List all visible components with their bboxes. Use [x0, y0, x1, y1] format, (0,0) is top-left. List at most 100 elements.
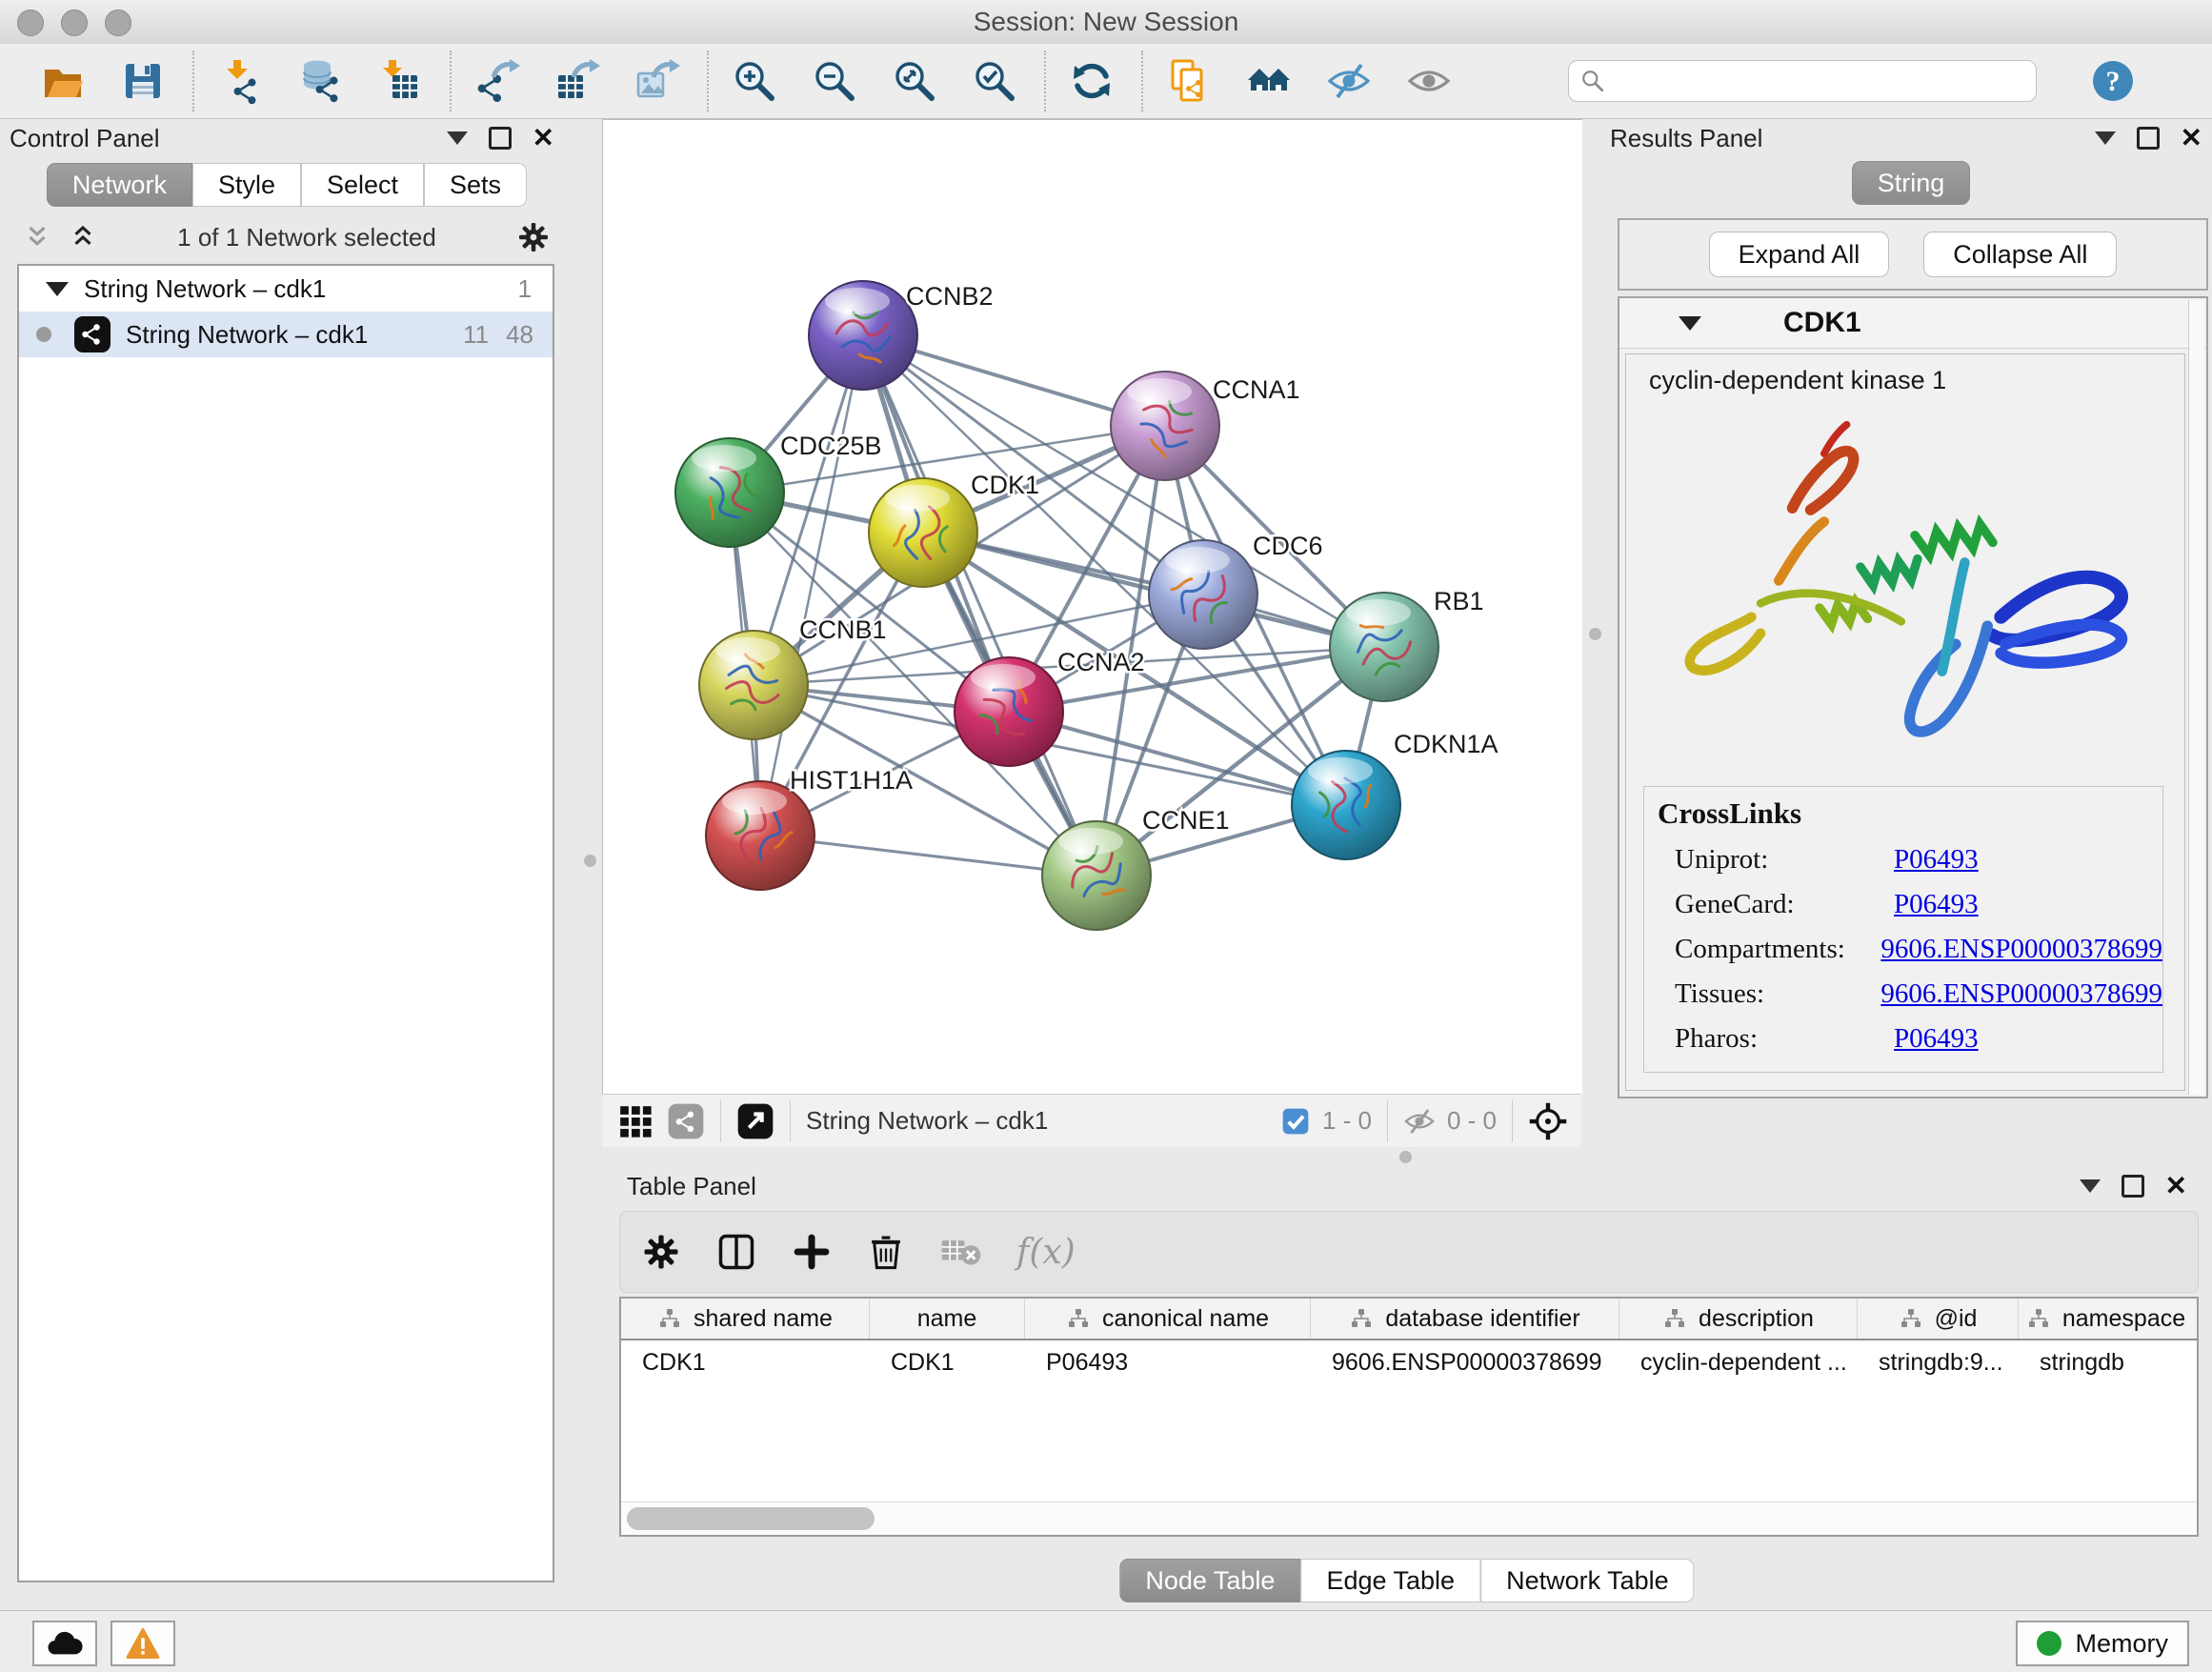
import-network-database-button[interactable]	[295, 54, 345, 108]
show-columns-icon[interactable]	[715, 1231, 757, 1273]
delete-column-icon[interactable]	[866, 1232, 906, 1272]
birds-eye-view-icon[interactable]	[617, 1103, 654, 1139]
network-options-gear-icon[interactable]	[516, 220, 551, 254]
expand-all-icon[interactable]	[69, 223, 97, 252]
crosslink-link[interactable]: P06493	[1894, 844, 1979, 876]
tab-select[interactable]: Select	[301, 163, 424, 207]
import-table-button[interactable]	[375, 54, 425, 108]
tab-network-table[interactable]: Network Table	[1480, 1559, 1695, 1602]
panel-float-icon[interactable]	[2137, 127, 2160, 150]
panel-close-icon[interactable]: ✕	[2181, 129, 2202, 148]
zoom-selected-button[interactable]	[970, 54, 1019, 108]
network-row[interactable]: String Network – cdk1 11 48	[19, 312, 553, 357]
toolbar-separator	[192, 50, 194, 111]
tree-expand-icon[interactable]	[46, 282, 69, 296]
protein-structure-image	[1639, 399, 2154, 780]
warning-icon	[126, 1628, 160, 1659]
cell-name[interactable]: CDK1	[870, 1340, 1025, 1384]
collapse-all-button[interactable]: Collapse All	[1923, 232, 2117, 277]
crosslink-link[interactable]: 9606.ENSP00000378699	[1880, 934, 2162, 965]
panel-close-icon[interactable]: ✕	[533, 129, 554, 148]
add-column-icon[interactable]	[792, 1232, 832, 1272]
export-table-icon	[554, 58, 600, 104]
left-splitter-handle[interactable]	[584, 855, 596, 867]
first-neighbors-button[interactable]	[1244, 54, 1294, 108]
crosslink-link[interactable]: 9606.ENSP00000378699	[1880, 978, 2162, 1010]
cell-database-identifier[interactable]: 9606.ENSP00000378699	[1311, 1340, 1619, 1384]
cloud-icon	[46, 1629, 84, 1658]
column-header-id[interactable]: @id	[1858, 1299, 2019, 1339]
table-options-gear-icon[interactable]	[641, 1232, 681, 1272]
column-header-description[interactable]: description	[1619, 1299, 1858, 1339]
hide-selection-button[interactable]	[1324, 54, 1374, 108]
crosslink-label: Tissues:	[1675, 978, 1880, 1010]
column-header-name[interactable]: name	[870, 1299, 1025, 1339]
export-table-button[interactable]	[553, 54, 602, 108]
tab-string[interactable]: String	[1852, 161, 1971, 205]
selected-checkbox-icon[interactable]	[1280, 1106, 1311, 1137]
panel-collapse-icon[interactable]	[2080, 1179, 2101, 1193]
zoom-out-button[interactable]	[810, 54, 859, 108]
export-network-button[interactable]	[473, 54, 522, 108]
column-header-canonical-name[interactable]: canonical name	[1025, 1299, 1311, 1339]
cell-shared-name[interactable]: CDK1	[621, 1340, 870, 1384]
collection-label: String Network – cdk1	[84, 274, 326, 304]
network-view[interactable]: CCNB2CCNA1CDC25BCDK1CDC6RB1CCNB1CCNA2CDK…	[602, 119, 1582, 1095]
export-image-button[interactable]	[633, 54, 682, 108]
cloud-status-button[interactable]	[32, 1621, 97, 1666]
crosslink-label: Uniprot:	[1675, 844, 1894, 876]
node-label: CCNA1	[1213, 375, 1300, 404]
panel-collapse-icon[interactable]	[447, 131, 468, 145]
panel-float-icon[interactable]	[2122, 1175, 2144, 1198]
tab-edge-table[interactable]: Edge Table	[1300, 1559, 1480, 1602]
scrollbar-thumb[interactable]	[627, 1507, 875, 1530]
zoom-fit-button[interactable]	[890, 54, 939, 108]
tab-style[interactable]: Style	[192, 163, 301, 207]
cell-canonical-name[interactable]: P06493	[1025, 1340, 1311, 1384]
tab-network[interactable]: Network	[47, 163, 192, 207]
column-header-shared-name[interactable]: shared name	[621, 1299, 870, 1339]
string-view-icon[interactable]	[667, 1102, 705, 1140]
expand-all-button[interactable]: Expand All	[1709, 232, 1890, 277]
crosslink-link[interactable]: P06493	[1894, 1023, 1979, 1055]
selected-counts: 1 - 0	[1322, 1106, 1372, 1136]
horizontal-splitter-handle[interactable]	[1399, 1151, 1412, 1163]
zoom-selected-icon	[972, 58, 1017, 104]
cell-namespace[interactable]: stringdb	[2019, 1340, 2193, 1384]
import-network-file-button[interactable]	[215, 54, 265, 108]
gene-description: cyclin-dependent kinase 1	[1626, 354, 2184, 399]
crosshair-icon[interactable]	[1528, 1101, 1568, 1141]
open-in-window-icon[interactable]	[736, 1102, 774, 1140]
help-button[interactable]: ?	[2090, 58, 2136, 104]
column-header-namespace[interactable]: namespace	[2019, 1299, 2193, 1339]
hierarchy-icon	[1066, 1307, 1091, 1330]
table-row[interactable]: CDK1 CDK1 P06493 9606.ENSP00000378699 cy…	[621, 1340, 2197, 1384]
import-network-icon	[217, 58, 263, 104]
zoom-in-button[interactable]	[730, 54, 779, 108]
section-collapse-icon[interactable]	[1679, 316, 1701, 331]
table-horizontal-scrollbar[interactable]	[621, 1501, 2197, 1535]
warnings-button[interactable]	[111, 1621, 175, 1666]
panel-collapse-icon[interactable]	[2095, 131, 2116, 145]
gene-section-header[interactable]: CDK1	[1619, 298, 2206, 349]
cell-id[interactable]: stringdb:9...	[1858, 1340, 2019, 1384]
network-from-selection-button[interactable]	[1164, 54, 1214, 108]
open-session-button[interactable]	[38, 54, 88, 108]
panel-float-icon[interactable]	[489, 127, 512, 150]
show-all-button[interactable]	[1404, 54, 1454, 108]
results-scrollbar[interactable]	[2188, 300, 2204, 1095]
memory-button[interactable]: Memory	[2016, 1621, 2189, 1666]
tab-sets[interactable]: Sets	[424, 163, 527, 207]
crosslink-row: Tissues: 9606.ENSP00000378699	[1658, 978, 2162, 1010]
network-collection-row[interactable]: String Network – cdk1 1	[19, 266, 553, 312]
column-header-database-identifier[interactable]: database identifier	[1311, 1299, 1619, 1339]
panel-close-icon[interactable]: ✕	[2165, 1177, 2187, 1196]
collapse-all-icon[interactable]	[23, 223, 51, 252]
search-input[interactable]	[1605, 67, 2009, 95]
cell-description[interactable]: cyclin-dependent ...	[1619, 1340, 1858, 1384]
save-session-button[interactable]	[118, 54, 168, 108]
crosslink-link[interactable]: P06493	[1894, 889, 1979, 920]
tab-node-table[interactable]: Node Table	[1119, 1559, 1300, 1602]
right-splitter-handle[interactable]	[1589, 628, 1601, 640]
apply-layout-button[interactable]	[1067, 54, 1116, 108]
